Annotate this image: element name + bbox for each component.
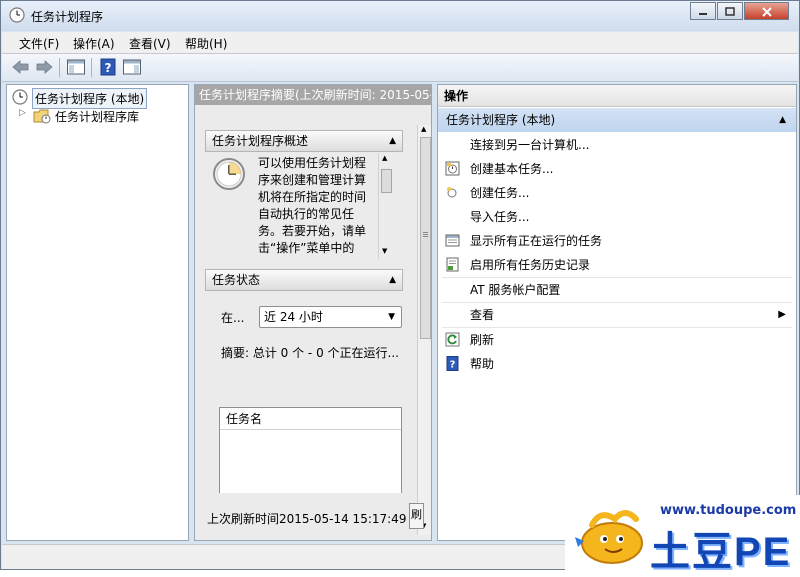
back-arrow-icon[interactable]	[11, 58, 31, 76]
action-label: AT 服务帐户配置	[470, 283, 561, 297]
action-connect-computer[interactable]: 连接到另一台计算机...	[438, 133, 796, 157]
status-section-title: 任务状态	[212, 273, 261, 287]
collapse-arrow-icon[interactable]: ▲	[779, 108, 786, 132]
action-label: 查看	[470, 308, 495, 322]
task-name-column-header[interactable]: 任务名	[220, 408, 401, 430]
minimize-button[interactable]	[690, 2, 716, 20]
show-hide-tree-icon[interactable]	[66, 58, 86, 76]
potato-mascot-logo	[575, 510, 643, 564]
scroll-up-icon[interactable]: ▲	[421, 125, 426, 133]
scroll-thumb[interactable]	[420, 137, 431, 339]
menu-action[interactable]: 操作(A)	[73, 35, 115, 52]
watermark-brand: 土豆PE	[650, 530, 792, 574]
action-show-running-tasks[interactable]: 显示所有正在运行的任务	[438, 229, 796, 253]
action-import-task[interactable]: 导入任务...	[438, 205, 796, 229]
submenu-arrow-icon: ▶	[778, 309, 786, 320]
window-title: 任务计划程序	[31, 10, 104, 24]
help-icon[interactable]: ?	[98, 58, 118, 76]
toolbar-separator	[91, 58, 92, 77]
maximize-button[interactable]	[717, 2, 743, 20]
action-help[interactable]: ? 帮助	[438, 352, 796, 376]
action-at-service-config[interactable]: AT 服务帐户配置	[438, 278, 796, 302]
action-label: 连接到另一台计算机...	[470, 138, 590, 152]
collapse-chevron-icon[interactable]: ▲	[389, 270, 396, 290]
overview-description: 可以使用任务计划程序来创建和管理计算机将在所指定的时间自动执行的常见任务。若要开…	[206, 153, 392, 259]
toolbar: ?	[2, 54, 798, 82]
refresh-button[interactable]: 刷	[409, 503, 424, 529]
scroll-down-icon[interactable]: ▼	[382, 247, 387, 255]
period-dropdown[interactable]: 近 24 小时 ▼	[259, 306, 402, 328]
svg-text:?: ?	[450, 360, 456, 371]
clock-icon	[9, 7, 25, 23]
last-refresh-text: 上次刷新时间2015-05-14 15:17:49	[207, 512, 407, 526]
menu-file[interactable]: 文件(F)	[19, 35, 59, 52]
summary-header: 任务计划程序摘要(上次刷新时间: 2015-05-1	[195, 85, 431, 105]
create-basic-task-icon	[445, 161, 460, 176]
create-task-icon	[447, 187, 457, 198]
svg-text:?: ?	[105, 61, 112, 75]
collapse-chevron-icon[interactable]: ▲	[389, 131, 396, 151]
tree-item-label: 任务计划程序 (本地)	[32, 88, 148, 109]
watermark: www.tudoupe.com 土豆PE	[565, 495, 800, 574]
overview-text: 可以使用任务计划程序来创建和管理计算机将在所指定的时间自动执行的常见任务。若要开…	[258, 156, 367, 255]
show-hide-action-pane-icon[interactable]	[122, 58, 142, 76]
navigation-tree: 任务计划程序 (本地) ▷ 任务计划程序库	[6, 84, 189, 541]
status-section-header[interactable]: 任务状态 ▲	[205, 269, 403, 291]
running-tasks-icon	[445, 234, 460, 247]
action-label: 显示所有正在运行的任务	[470, 234, 603, 248]
action-view-submenu[interactable]: 查看 ▶	[438, 303, 796, 327]
tree-item-label: 任务计划程序库	[55, 110, 140, 124]
actions-section-header[interactable]: 任务计划程序 (本地) ▲	[438, 108, 796, 132]
action-label: 创建任务...	[470, 186, 530, 200]
watermark-url: www.tudoupe.com	[660, 503, 797, 518]
title-bar: 任务计划程序	[1, 1, 799, 31]
scroll-up-icon[interactable]: ▲	[382, 154, 387, 162]
clock-icon	[213, 158, 245, 190]
actions-pane: 操作 任务计划程序 (本地) ▲ 连接到另一台计算机... 创建基本任务... …	[437, 84, 797, 541]
overview-section-title: 任务计划程序概述	[212, 134, 309, 148]
toolbar-separator	[59, 58, 60, 77]
clock-icon	[12, 89, 28, 105]
close-icon	[761, 7, 772, 17]
folder-clock-icon	[33, 109, 51, 124]
history-icon	[446, 257, 459, 272]
summary-pane: 任务计划程序摘要(上次刷新时间: 2015-05-1 任务计划程序概述 ▲ 可以…	[194, 84, 432, 541]
action-label: 创建基本任务...	[470, 162, 554, 176]
maximize-icon	[725, 7, 735, 16]
forward-arrow-icon[interactable]	[34, 58, 54, 76]
action-refresh[interactable]: 刷新	[438, 328, 796, 352]
actions-header: 操作	[438, 85, 796, 107]
summary-scrollbar[interactable]: ▲ ▼	[417, 125, 431, 535]
chevron-down-icon[interactable]: ▼	[388, 307, 395, 327]
action-label: 帮助	[470, 357, 495, 371]
menu-help[interactable]: 帮助(H)	[185, 35, 227, 52]
action-enable-history[interactable]: 启用所有任务历史记录	[438, 253, 796, 277]
action-label: 启用所有任务历史记录	[470, 258, 591, 272]
close-button[interactable]	[744, 2, 789, 20]
period-dropdown-value: 近 24 小时	[264, 310, 323, 324]
menu-view[interactable]: 查看(V)	[129, 35, 171, 52]
scroll-thumb[interactable]	[381, 169, 392, 193]
expand-arrow-icon[interactable]: ▷	[19, 108, 26, 118]
overview-section-header[interactable]: 任务计划程序概述 ▲	[205, 130, 403, 152]
period-label: 在...	[221, 311, 245, 325]
action-label: 导入任务...	[470, 210, 530, 224]
minimize-icon	[699, 13, 707, 15]
refresh-footer: 上次刷新时间2015-05-14 15:17:49 刷	[195, 493, 424, 540]
action-label: 刷新	[470, 333, 495, 347]
menu-bar: 文件(F) 操作(A) 查看(V) 帮助(H)	[2, 32, 798, 54]
action-create-task[interactable]: 创建任务...	[438, 181, 796, 205]
actions-section-label: 任务计划程序 (本地)	[446, 113, 556, 127]
action-create-basic-task[interactable]: 创建基本任务...	[438, 157, 796, 181]
help-icon: ?	[446, 356, 459, 371]
overview-scrollbar[interactable]: ▲ ▼	[378, 153, 392, 259]
main-window: 任务计划程序 文件(F) 操作(A) 查看(V) 帮助(H) ? 任务计划程序 …	[0, 0, 800, 570]
summary-text: 摘要: 总计 0 个 - 0 个正在运行...	[221, 346, 399, 360]
refresh-icon	[445, 332, 460, 347]
